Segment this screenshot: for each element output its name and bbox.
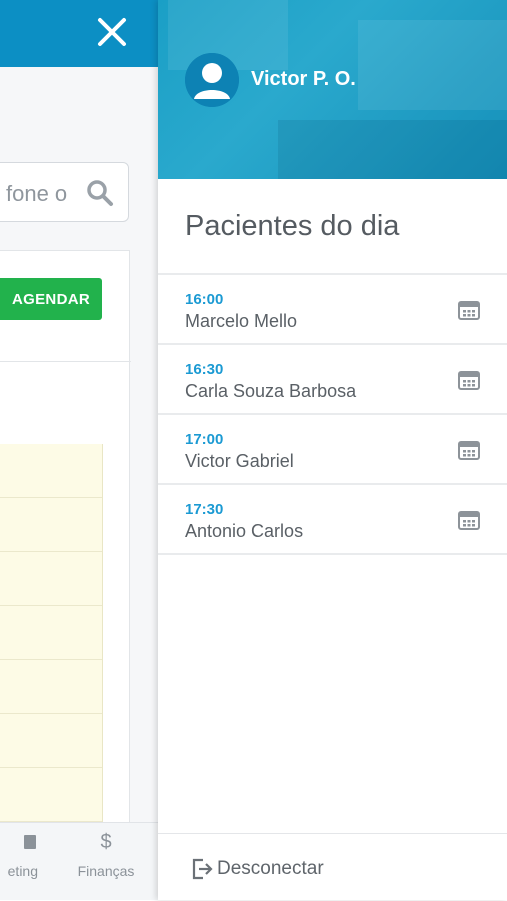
list-item[interactable]: 17:30 Antonio Carlos: [158, 483, 507, 555]
close-icon: [98, 18, 126, 46]
calendar-icon[interactable]: [458, 299, 480, 321]
patient-name: Victor Gabriel: [185, 451, 294, 471]
patient-list: 16:00 Marcelo Mello 16:30 Carla Souza Ba…: [158, 273, 507, 555]
avatar[interactable]: [185, 53, 239, 107]
user-name: Victor P. O.: [251, 68, 356, 90]
app-top-bar: [0, 0, 158, 67]
drawer-header: Victor P. O.: [158, 0, 507, 179]
drawer-footer: Desconectar: [158, 833, 507, 901]
search-icon[interactable]: [85, 178, 115, 208]
panel-divider: [0, 361, 131, 362]
calendar-icon[interactable]: [458, 439, 480, 461]
search-input[interactable]: fone o: [0, 162, 129, 222]
patient-name: Marcelo Mello: [185, 311, 298, 331]
calendar-icon[interactable]: [458, 369, 480, 391]
header-background-shape: [278, 120, 507, 179]
user-icon: [185, 53, 239, 107]
logout-button[interactable]: Desconectar: [191, 856, 324, 882]
logout-icon: [192, 858, 213, 880]
bottom-navigation: eting $ Finanças: [0, 822, 158, 900]
patient-time: 16:00: [185, 291, 224, 308]
nav-item-marketing[interactable]: eting: [0, 823, 38, 900]
dollar-icon: $: [100, 831, 112, 853]
list-item[interactable]: 16:30 Carla Souza Barbosa: [158, 343, 507, 413]
patient-time: 16:30: [185, 361, 224, 378]
marketing-icon: [0, 831, 38, 857]
patient-name: Carla Souza Barbosa: [185, 381, 357, 401]
calendar-grid[interactable]: [0, 444, 103, 824]
calendar-icon[interactable]: [458, 509, 480, 531]
side-drawer: Victor P. O. Pacientes do dia 16:00 Marc…: [158, 0, 507, 900]
background-app: fone o AGENDAR eting $ Finanças: [0, 0, 158, 900]
nav-label-financas: Finanças: [77, 863, 135, 879]
header-background-shape: [358, 20, 507, 110]
section-title: Pacientes do dia: [185, 210, 400, 242]
list-item[interactable]: 17:00 Victor Gabriel: [158, 413, 507, 483]
nav-item-financas[interactable]: $ Finanças: [70, 823, 142, 900]
nav-label-marketing: eting: [7, 863, 38, 879]
search-placeholder: fone o: [6, 181, 68, 206]
patient-time: 17:00: [185, 431, 224, 448]
close-drawer-button[interactable]: [92, 12, 132, 52]
logout-label: Desconectar: [217, 858, 324, 879]
patient-time: 17:30: [185, 501, 224, 518]
schedule-button[interactable]: AGENDAR: [0, 278, 102, 320]
patient-name: Antonio Carlos: [185, 521, 304, 541]
list-item[interactable]: 16:00 Marcelo Mello: [158, 273, 507, 343]
